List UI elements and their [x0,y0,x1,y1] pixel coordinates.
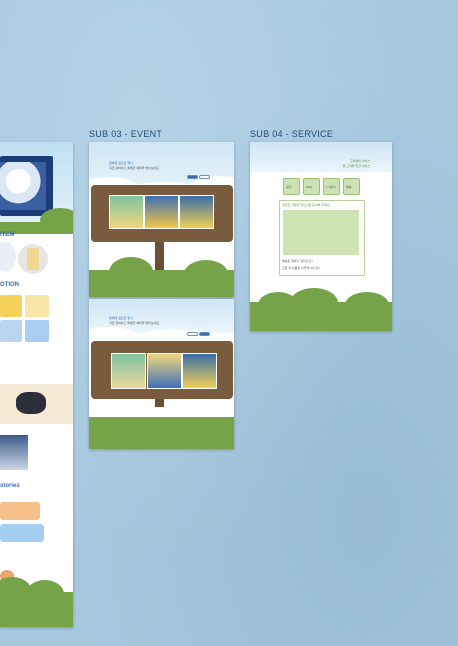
husky-image [0,435,28,470]
event2-poster-3[interactable] [182,353,217,389]
service-row-2[interactable]: 교환 및 반품은 어떻게 하나요? [282,266,320,270]
service-headline-2: 펫 고객을 위한 서비스 [342,164,370,168]
section-stories-title: stories [0,483,20,489]
event2-headline-1: 펫에게 필요한 행사 [109,316,133,320]
event2-headline-2: 지금 참여하고 특별한 혜택을 받아보세요 [109,321,160,325]
service-textarea[interactable] [283,210,359,255]
event2-tab-2[interactable] [199,332,210,336]
story-card-2 [0,524,44,542]
service-grass [250,302,392,331]
event2-grass [89,417,234,449]
service-form-title: 궁금한 사항이 있으시면 문의해 주세요 [282,203,330,207]
label-sub04-service: SUB 04 - SERVICE [250,129,334,139]
item-product-2-can [27,248,39,270]
service-btn-faq[interactable]: FAQ [303,178,320,195]
service-row-1[interactable]: 배송은 얼마나 걸리나요? [282,259,313,263]
service-btn-delivery[interactable]: 배송 [343,178,360,195]
event1-tab-1[interactable] [187,175,198,179]
item-product-1 [0,242,16,272]
promo-card-4 [25,320,49,342]
service-sky [250,142,392,172]
service-page: 고객센터 서비스 펫 고객을 위한 서비스 공지 FAQ 1:1문의 배송 궁금… [250,142,392,331]
footer-grass [0,592,73,627]
promo-card-3 [25,295,49,317]
event-page-1: 펫에게 필요한 행사 지금 참여하고 특별한 혜택을 받아보세요 [89,142,234,297]
service-btn-notice[interactable]: 공지 [283,178,300,195]
event1-grass [89,270,234,297]
service-btn-inquiry[interactable]: 1:1문의 [323,178,340,195]
story-card-1 [0,502,40,520]
section-promotion-title: OTION [0,282,19,288]
hero-dog-image [0,162,46,210]
event2-tab-1[interactable] [187,332,198,336]
promo-card-1 [0,295,22,317]
section-item-title: ITEM [0,232,15,238]
label-sub03-event: SUB 03 - EVENT [89,129,163,139]
promo-card-2 [0,320,22,342]
event1-poster-2[interactable] [144,195,179,229]
main-page-mockup: ITEM OTION stories [0,142,73,627]
event1-headline-1: 펫에게 필요한 행사 [109,161,133,165]
event1-tab-2[interactable] [199,175,210,179]
event-page-2: 펫에게 필요한 행사 지금 참여하고 특별한 혜택을 받아보세요 [89,299,234,449]
event1-headline-2: 지금 참여하고 특별한 혜택을 받아보세요 [109,166,160,170]
event2-poster-1[interactable] [111,353,146,389]
event1-poster-1[interactable] [109,195,144,229]
event2-poster-2[interactable] [147,353,182,389]
service-headline-1: 고객센터 서비스 [349,159,370,163]
event1-poster-3[interactable] [179,195,214,229]
banner-pet-image [16,392,46,414]
